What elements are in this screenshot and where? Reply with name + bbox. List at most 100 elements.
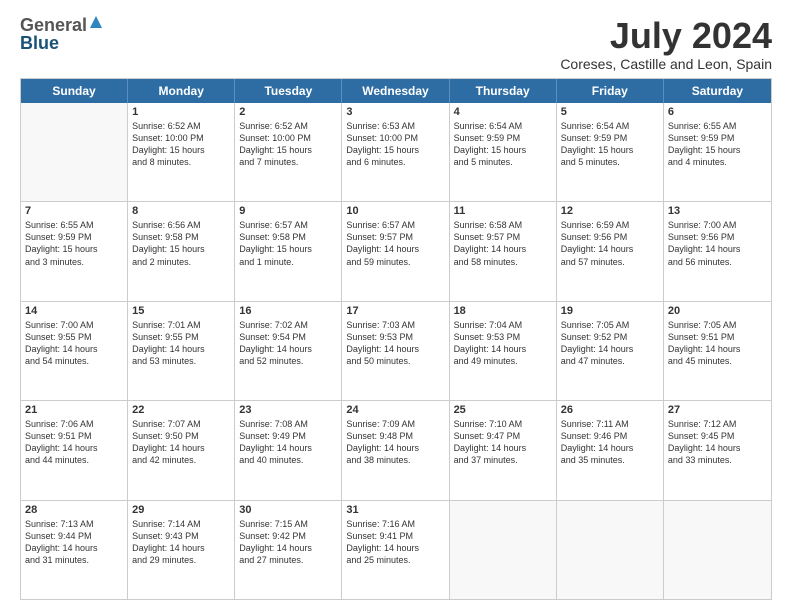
cell-info: Sunrise: 7:05 AMSunset: 9:51 PMDaylight:… xyxy=(668,319,767,368)
calendar-cell xyxy=(664,501,771,599)
calendar-header-cell: Friday xyxy=(557,79,664,103)
calendar-header-cell: Saturday xyxy=(664,79,771,103)
calendar-cell: 8 Sunrise: 6:56 AMSunset: 9:58 PMDaylight… xyxy=(128,202,235,300)
calendar-cell: 25 Sunrise: 7:10 AMSunset: 9:47 PMDayligh… xyxy=(450,401,557,499)
cell-info: Sunrise: 7:06 AMSunset: 9:51 PMDaylight:… xyxy=(25,418,123,467)
cell-info: Sunrise: 7:11 AMSunset: 9:46 PMDaylight:… xyxy=(561,418,659,467)
cell-info: Sunrise: 6:59 AMSunset: 9:56 PMDaylight:… xyxy=(561,219,659,268)
day-number: 17 xyxy=(346,305,444,317)
cell-info: Sunrise: 6:58 AMSunset: 9:57 PMDaylight:… xyxy=(454,219,552,268)
day-number: 25 xyxy=(454,404,552,416)
cell-info: Sunrise: 7:09 AMSunset: 9:48 PMDaylight:… xyxy=(346,418,444,467)
calendar-cell: 26 Sunrise: 7:11 AMSunset: 9:46 PMDayligh… xyxy=(557,401,664,499)
day-number: 2 xyxy=(239,106,337,118)
calendar-cell: 7 Sunrise: 6:55 AMSunset: 9:59 PMDaylight… xyxy=(21,202,128,300)
calendar-cell: 31 Sunrise: 7:16 AMSunset: 9:41 PMDayligh… xyxy=(342,501,449,599)
cell-info: Sunrise: 7:08 AMSunset: 9:49 PMDaylight:… xyxy=(239,418,337,467)
cell-info: Sunrise: 6:53 AMSunset: 10:00 PMDaylight… xyxy=(346,120,444,169)
cell-info: Sunrise: 7:03 AMSunset: 9:53 PMDaylight:… xyxy=(346,319,444,368)
calendar-header-cell: Tuesday xyxy=(235,79,342,103)
day-number: 24 xyxy=(346,404,444,416)
calendar-cell: 21 Sunrise: 7:06 AMSunset: 9:51 PMDayligh… xyxy=(21,401,128,499)
cell-info: Sunrise: 7:04 AMSunset: 9:53 PMDaylight:… xyxy=(454,319,552,368)
page-title: July 2024 xyxy=(560,16,772,56)
calendar-cell: 16 Sunrise: 7:02 AMSunset: 9:54 PMDayligh… xyxy=(235,302,342,400)
calendar-cell: 14 Sunrise: 7:00 AMSunset: 9:55 PMDayligh… xyxy=(21,302,128,400)
cell-info: Sunrise: 6:57 AMSunset: 9:58 PMDaylight:… xyxy=(239,219,337,268)
cell-info: Sunrise: 6:54 AMSunset: 9:59 PMDaylight:… xyxy=(561,120,659,169)
calendar-cell: 13 Sunrise: 7:00 AMSunset: 9:56 PMDayligh… xyxy=(664,202,771,300)
calendar-cell: 24 Sunrise: 7:09 AMSunset: 9:48 PMDayligh… xyxy=(342,401,449,499)
calendar-header-cell: Wednesday xyxy=(342,79,449,103)
calendar-cell: 27Sunrise: 7:12 AMSunset: 9:45 PMDayligh… xyxy=(664,401,771,499)
day-number: 4 xyxy=(454,106,552,118)
day-number: 31 xyxy=(346,504,444,516)
calendar-cell: 12 Sunrise: 6:59 AMSunset: 9:56 PMDayligh… xyxy=(557,202,664,300)
logo-general: General xyxy=(20,16,87,34)
logo-blue: Blue xyxy=(20,34,102,52)
calendar-cell: 18Sunrise: 7:04 AMSunset: 9:53 PMDayligh… xyxy=(450,302,557,400)
calendar-cell xyxy=(557,501,664,599)
day-number: 12 xyxy=(561,205,659,217)
cell-info: Sunrise: 7:16 AMSunset: 9:41 PMDaylight:… xyxy=(346,518,444,567)
cell-info: Sunrise: 7:15 AMSunset: 9:42 PMDaylight:… xyxy=(239,518,337,567)
calendar-row: 28Sunrise: 7:13 AMSunset: 9:44 PMDayligh… xyxy=(21,500,771,599)
calendar-cell: 20 Sunrise: 7:05 AMSunset: 9:51 PMDayligh… xyxy=(664,302,771,400)
cell-info: Sunrise: 7:02 AMSunset: 9:54 PMDaylight:… xyxy=(239,319,337,368)
calendar-cell: 4 Sunrise: 6:54 AMSunset: 9:59 PMDaylight… xyxy=(450,103,557,201)
day-number: 20 xyxy=(668,305,767,317)
calendar-header: SundayMondayTuesdayWednesdayThursdayFrid… xyxy=(21,79,771,103)
day-number: 11 xyxy=(454,205,552,217)
calendar-cell: 23 Sunrise: 7:08 AMSunset: 9:49 PMDayligh… xyxy=(235,401,342,499)
calendar-cell: 6 Sunrise: 6:55 AMSunset: 9:59 PMDaylight… xyxy=(664,103,771,201)
calendar-header-cell: Thursday xyxy=(450,79,557,103)
calendar-cell: 1Sunrise: 6:52 AMSunset: 10:00 PMDayligh… xyxy=(128,103,235,201)
day-number: 26 xyxy=(561,404,659,416)
cell-info: Sunrise: 6:55 AMSunset: 9:59 PMDaylight:… xyxy=(668,120,767,169)
calendar-cell: 9 Sunrise: 6:57 AMSunset: 9:58 PMDaylight… xyxy=(235,202,342,300)
day-number: 14 xyxy=(25,305,123,317)
cell-info: Sunrise: 7:00 AMSunset: 9:55 PMDaylight:… xyxy=(25,319,123,368)
cell-info: Sunrise: 6:54 AMSunset: 9:59 PMDaylight:… xyxy=(454,120,552,169)
cell-info: Sunrise: 7:01 AMSunset: 9:55 PMDaylight:… xyxy=(132,319,230,368)
calendar-row: 21 Sunrise: 7:06 AMSunset: 9:51 PMDayligh… xyxy=(21,400,771,499)
cell-info: Sunrise: 7:00 AMSunset: 9:56 PMDaylight:… xyxy=(668,219,767,268)
calendar-header-cell: Monday xyxy=(128,79,235,103)
day-number: 21 xyxy=(25,404,123,416)
day-number: 19 xyxy=(561,305,659,317)
day-number: 9 xyxy=(239,205,337,217)
day-number: 8 xyxy=(132,205,230,217)
calendar: SundayMondayTuesdayWednesdayThursdayFrid… xyxy=(20,78,772,600)
calendar-row: 14 Sunrise: 7:00 AMSunset: 9:55 PMDayligh… xyxy=(21,301,771,400)
calendar-cell: 15Sunrise: 7:01 AMSunset: 9:55 PMDayligh… xyxy=(128,302,235,400)
cell-info: Sunrise: 7:10 AMSunset: 9:47 PMDaylight:… xyxy=(454,418,552,467)
cell-info: Sunrise: 7:05 AMSunset: 9:52 PMDaylight:… xyxy=(561,319,659,368)
calendar-cell: 10Sunrise: 6:57 AMSunset: 9:57 PMDayligh… xyxy=(342,202,449,300)
day-number: 23 xyxy=(239,404,337,416)
title-block: July 2024 Coreses, Castille and Leon, Sp… xyxy=(560,16,772,72)
calendar-cell: 30 Sunrise: 7:15 AMSunset: 9:42 PMDayligh… xyxy=(235,501,342,599)
cell-info: Sunrise: 6:57 AMSunset: 9:57 PMDaylight:… xyxy=(346,219,444,268)
cell-info: Sunrise: 6:55 AMSunset: 9:59 PMDaylight:… xyxy=(25,219,123,268)
day-number: 6 xyxy=(668,106,767,118)
day-number: 5 xyxy=(561,106,659,118)
calendar-row: 7 Sunrise: 6:55 AMSunset: 9:59 PMDaylight… xyxy=(21,201,771,300)
logo-triangle-icon xyxy=(90,16,102,28)
calendar-cell: 19 Sunrise: 7:05 AMSunset: 9:52 PMDayligh… xyxy=(557,302,664,400)
calendar-cell: 3 Sunrise: 6:53 AMSunset: 10:00 PMDayligh… xyxy=(342,103,449,201)
day-number: 7 xyxy=(25,205,123,217)
calendar-cell: 28Sunrise: 7:13 AMSunset: 9:44 PMDayligh… xyxy=(21,501,128,599)
day-number: 30 xyxy=(239,504,337,516)
cell-info: Sunrise: 6:56 AMSunset: 9:58 PMDaylight:… xyxy=(132,219,230,268)
calendar-cell: 11 Sunrise: 6:58 AMSunset: 9:57 PMDayligh… xyxy=(450,202,557,300)
day-number: 16 xyxy=(239,305,337,317)
calendar-cell: 2Sunrise: 6:52 AMSunset: 10:00 PMDayligh… xyxy=(235,103,342,201)
cell-info: Sunrise: 7:12 AMSunset: 9:45 PMDaylight:… xyxy=(668,418,767,467)
calendar-body: 1Sunrise: 6:52 AMSunset: 10:00 PMDayligh… xyxy=(21,103,771,599)
day-number: 3 xyxy=(346,106,444,118)
calendar-cell xyxy=(21,103,128,201)
cell-info: Sunrise: 7:14 AMSunset: 9:43 PMDaylight:… xyxy=(132,518,230,567)
calendar-header-cell: Sunday xyxy=(21,79,128,103)
day-number: 13 xyxy=(668,205,767,217)
day-number: 1 xyxy=(132,106,230,118)
